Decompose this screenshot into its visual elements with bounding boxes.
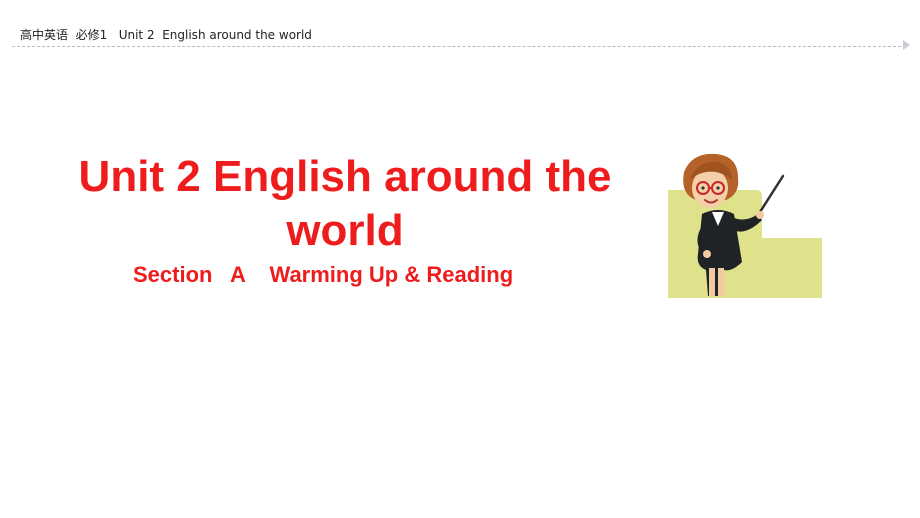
header-divider-arrow-icon [903, 40, 910, 50]
header-divider [12, 46, 906, 47]
header-breadcrumb: 高中英语 必修1 Unit 2 English around the world [20, 28, 312, 42]
slide-subtitle: Section A Warming Up & Reading [133, 262, 514, 287]
slide-title: Unit 2 English around the world [78, 152, 612, 255]
teacher-with-pointer-icon [668, 153, 822, 298]
